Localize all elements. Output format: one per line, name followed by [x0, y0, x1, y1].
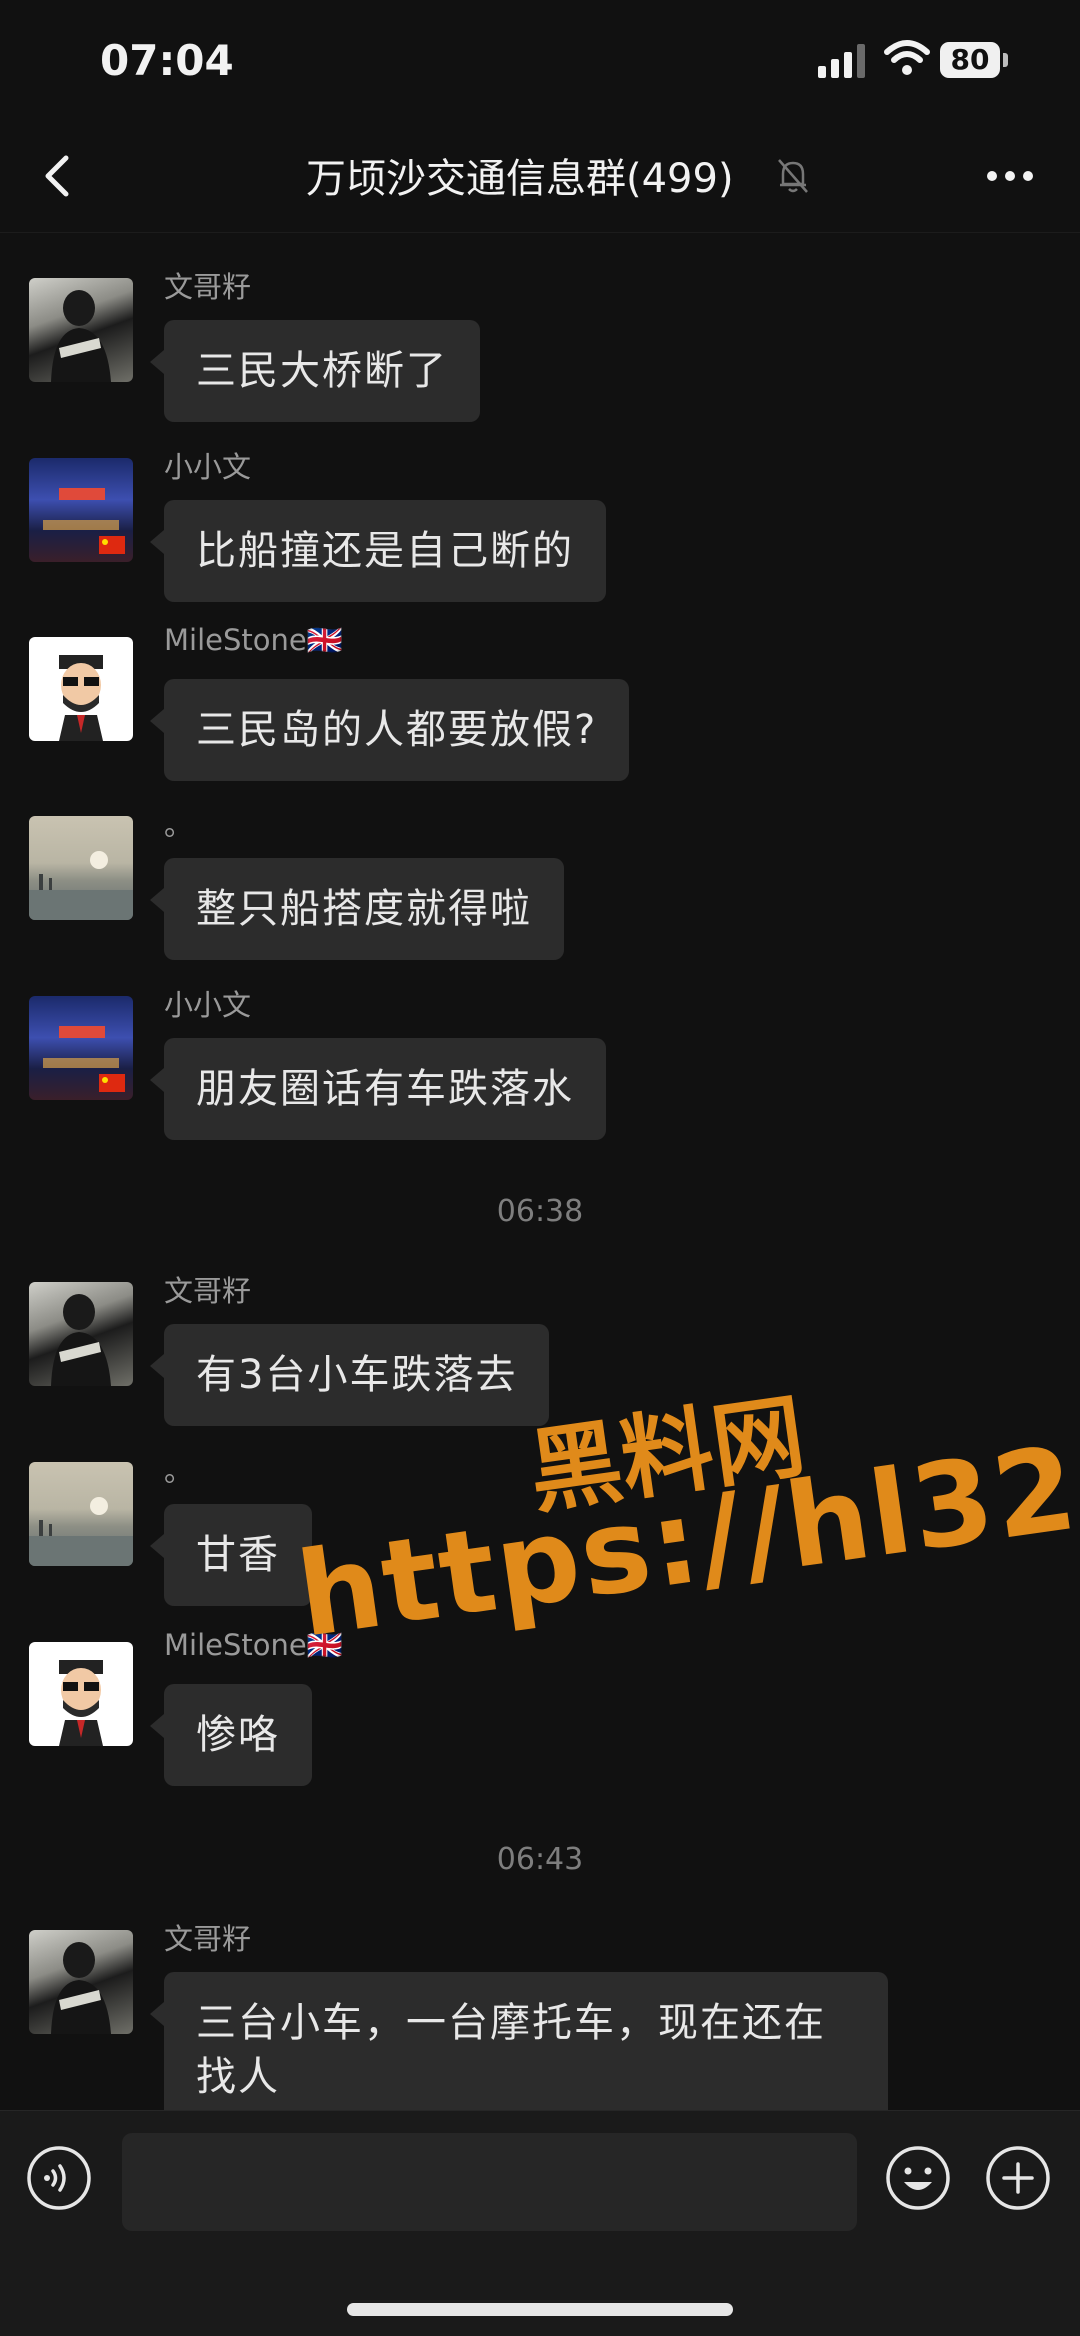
message-bubble[interactable]: 整只船搭度就得啦 [150, 858, 564, 960]
cellular-signal-icon [818, 44, 865, 78]
back-button[interactable] [30, 144, 90, 208]
avatar-person-icon [51, 290, 111, 382]
avatar-cartoon-icon [59, 655, 103, 741]
message-input[interactable] [122, 2133, 857, 2231]
avatar-stage-icon [43, 1026, 125, 1092]
voice-input-button[interactable] [25, 2144, 93, 2212]
avatar-sunset-icon [29, 1497, 133, 1566]
status-bar: 07:04 80 [0, 0, 1080, 120]
message-bubble[interactable]: 三民大桥断了 [150, 320, 480, 422]
avatar-sunset-icon [29, 851, 133, 920]
avatar-cartoon-icon [59, 1660, 103, 1746]
sender-name: 小小文 [164, 988, 252, 1022]
timestamp-divider: 06:38 [496, 1194, 584, 1229]
message-bubble[interactable]: 比船撞还是自己断的 [150, 500, 606, 602]
more-options-button[interactable] [978, 154, 1042, 198]
status-time: 07:04 [100, 36, 234, 85]
message-bubble[interactable]: 惨咯 [150, 1684, 312, 1786]
message-bubble[interactable]: 三民岛的人都要放假? [149, 679, 630, 781]
avatar[interactable] [29, 1642, 133, 1746]
avatar[interactable] [29, 1282, 133, 1386]
battery-indicator: 80 [940, 42, 1000, 78]
sender-name: 文哥籽 [164, 1922, 252, 1956]
message-bubble[interactable]: 有3台小车跌落去 [149, 1324, 550, 1426]
avatar[interactable] [29, 278, 133, 382]
input-bar [0, 2110, 1080, 2336]
message-bubble[interactable]: 三台小车，一台摩托车，现在还在找人 [150, 1972, 888, 2110]
message-bubble[interactable]: 甘香 [150, 1504, 312, 1606]
sender-name: 文哥籽 [164, 1274, 252, 1308]
avatar[interactable] [29, 458, 133, 562]
sender-name: 文哥籽 [164, 270, 252, 304]
avatar[interactable] [29, 996, 133, 1100]
message-bubble[interactable]: 朋友圈话有车跌落水 [150, 1038, 606, 1140]
timestamp-divider: 06:43 [496, 1842, 584, 1877]
sender-name: 小小文 [164, 450, 252, 484]
sender-name: MileStone🇬🇧 [164, 623, 343, 657]
avatar[interactable] [29, 1930, 133, 2034]
sender-name: 。 [164, 1454, 194, 1488]
chat-title: 万顷沙交通信息群(499) [306, 156, 734, 202]
avatar-person-icon [51, 1294, 111, 1386]
add-more-button[interactable] [984, 2144, 1052, 2212]
sender-name: 。 [164, 808, 194, 842]
emoji-button[interactable] [884, 2144, 952, 2212]
home-indicator[interactable] [347, 2303, 733, 2316]
avatar[interactable] [29, 1462, 133, 1566]
battery-tip [1003, 53, 1008, 67]
avatar[interactable] [29, 816, 133, 920]
nav-bar: 万顷沙交通信息群(499) [0, 120, 1080, 233]
mute-bell-icon [778, 159, 808, 193]
avatar-person-icon [51, 1942, 111, 2034]
avatar[interactable] [29, 637, 133, 741]
wifi-icon [884, 40, 930, 75]
chat-message-list[interactable]: 文哥籽 三民大桥断了 小小文 比船撞还是自己断的 MileStone🇬🇧 三民岛… [0, 232, 1080, 2110]
avatar-stage-icon [43, 488, 125, 554]
